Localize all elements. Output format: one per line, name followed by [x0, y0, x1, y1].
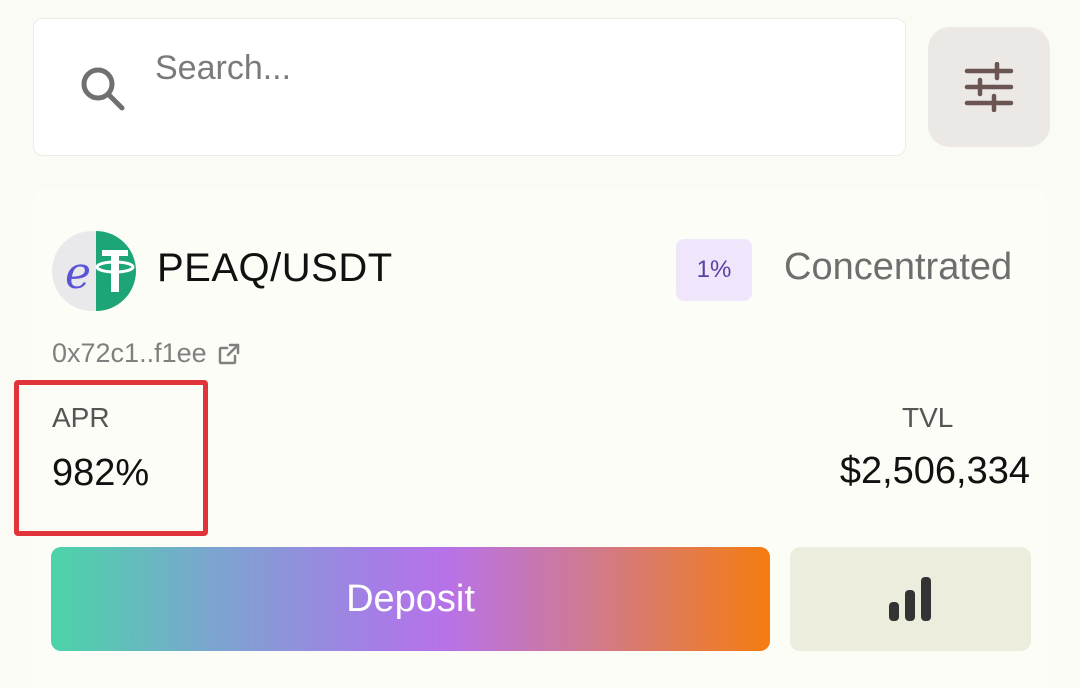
apr-value: 982%: [52, 452, 150, 494]
filter-button[interactable]: [928, 27, 1050, 147]
deposit-button[interactable]: Deposit: [51, 547, 770, 651]
tvl-value: $2,506,334: [839, 450, 1030, 492]
pool-address-link[interactable]: 0x72c1..f1ee: [52, 338, 241, 369]
apr-label: APR: [52, 402, 110, 433]
sliders-icon: [964, 62, 1014, 112]
pool-address: 0x72c1..f1ee: [52, 338, 207, 368]
external-link-icon: [218, 343, 239, 364]
tvl-label: TVL: [902, 402, 954, 433]
pool-pair-name: PEAQ/USDT: [157, 246, 393, 290]
fee-badge: 1%: [676, 239, 752, 301]
pool-type-label: Concentrated: [784, 246, 1013, 288]
search-icon: [81, 67, 125, 111]
stats-button[interactable]: [790, 547, 1031, 651]
bar-chart-icon: [888, 577, 931, 621]
search-input[interactable]: [155, 40, 855, 96]
token-pair-logo: e: [51, 230, 137, 312]
app-root: e PEAQ/USDT 1% Concentrated 0x72c1..f1ee…: [0, 0, 1080, 688]
svg-text:e: e: [65, 248, 91, 299]
